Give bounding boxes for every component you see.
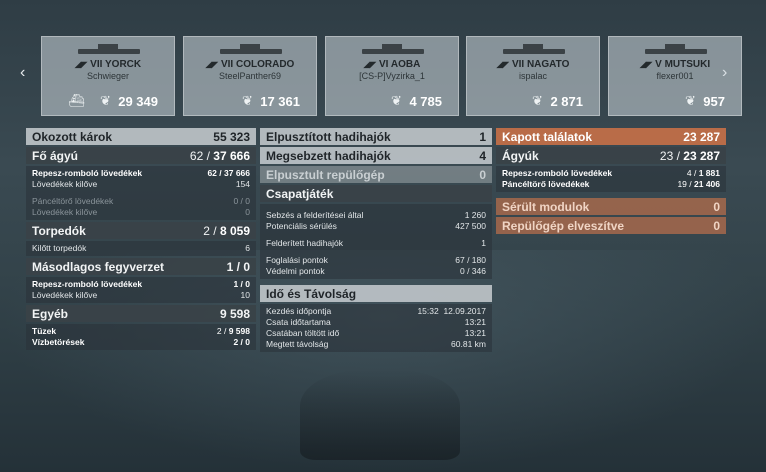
nation-flag-icon: ◢◤	[74, 60, 88, 69]
secondary-fired-row: Lövedékek kilőve 10	[32, 290, 250, 300]
ship-silhouette-icon	[645, 44, 707, 54]
damage-received-panel: Kapott találatok 23 287 Ágyúk 23 / 23 287…	[496, 128, 726, 236]
start-time-row: Kezdés időpontja 15:32 12.09.2017	[266, 306, 486, 316]
player-name: [CS-P]Vyzirka_1	[359, 71, 425, 81]
ship-card[interactable]: ◢◤ VII YORCK Schwieger ⛴ ❦ 29 349	[41, 36, 175, 116]
ship-card[interactable]: ◢◤ VII NAGATO ispalac ❦ 2 871	[466, 36, 600, 116]
nation-flag-icon: ◢◤	[639, 60, 653, 69]
ship-name: ◢◤ VI AOBA	[363, 59, 421, 70]
ap-shells-row: Páncéltörő lövedékek 0 / 0	[32, 196, 250, 206]
time-in-battle-row: Csatában töltött idő 13:21	[266, 328, 486, 338]
received-he-row: Repesz-romboló lövedékek 4 / 1 881	[502, 168, 720, 178]
xp-laurel-icon: ❦	[685, 93, 696, 108]
battle-duration-row: Csata időtartama 13:21	[266, 317, 486, 327]
player-name: SteelPanther69	[218, 71, 282, 81]
aircraft-destroyed-header: Elpusztult repülőgép 0	[260, 166, 492, 183]
ship-name: ◢◤ VII YORCK	[74, 59, 142, 70]
received-ap-row: Páncéltörő lövedékek 19 / 21 406	[502, 179, 720, 189]
sunk-ship-icon: ⛴	[68, 93, 85, 108]
guns-received-header: Ágyúk 23 / 23 287	[496, 147, 726, 164]
ship-silhouette-icon	[220, 44, 282, 54]
xp-laurel-icon: ❦	[391, 93, 402, 108]
battle-stats-panel: Elpusztított hadihajók 1 Megsebzett hadih…	[260, 128, 492, 354]
defense-points-row: Védelmi pontok 0 / 346	[266, 266, 486, 276]
player-name: ispalac	[518, 71, 547, 81]
player-name: flexer001	[656, 71, 694, 81]
secondary-header: Másodlagos fegyverzet 1 / 0	[26, 258, 256, 275]
card-score: 17 361	[260, 94, 300, 109]
shells-fired-row: Lövedékek kilőve 154	[32, 179, 250, 189]
main-battery-details: Repesz-romboló lövedékek 62 / 37 666 Löv…	[26, 166, 256, 220]
card-score: 957	[703, 94, 725, 109]
xp-laurel-icon: ❦	[242, 93, 253, 108]
other-details: Tüzek 2 / 9 598 Vízbetörések 2 / 0	[26, 324, 256, 350]
fires-row: Tüzek 2 / 9 598	[32, 326, 250, 336]
time-distance-details: Kezdés időpontja 15:32 12.09.2017 Csata i…	[260, 304, 492, 352]
hits-received-header: Kapott találatok 23 287	[496, 128, 726, 145]
ship-silhouette	[300, 370, 460, 460]
ship-card[interactable]: ◢◤ VII COLORADO SteelPanther69 ❦ 17 361	[183, 36, 317, 116]
card-score: 29 349	[118, 94, 158, 109]
ship-silhouette-icon	[78, 44, 140, 54]
nation-flag-icon: ◢◤	[363, 60, 376, 69]
ship-name: ◢◤ VII NAGATO	[496, 59, 570, 70]
he-shells-row: Repesz-romboló lövedékek 62 / 37 666	[32, 168, 250, 178]
card-score: 4 785	[409, 94, 442, 109]
distance-row: Megtett távolság 60.81 km	[266, 339, 486, 349]
ship-card[interactable]: ◢◤ VI AOBA [CS-P]Vyzirka_1 ❦ 4 785	[325, 36, 459, 116]
torpedoes-fired-row: Kilőtt torpedók 6	[32, 243, 250, 253]
card-score: 2 871	[550, 94, 583, 109]
time-distance-header: Idő és Távolság	[260, 285, 492, 302]
nation-flag-icon: ◢◤	[205, 60, 218, 69]
nation-flag-icon: ◢◤	[496, 60, 509, 69]
xp-laurel-icon: ❦	[532, 93, 543, 108]
ship-card[interactable]: ◢◤ V MUTSUKI flexer001 ❦ 957	[608, 36, 742, 116]
damage-dealt-header: Okozott károk 55 323	[26, 128, 256, 145]
torpedoes-header: Torpedók 2 / 8 059	[26, 222, 256, 239]
damaged-ships-header: Megsebzett hadihajók 4	[260, 147, 492, 164]
destroyed-ships-header: Elpusztított hadihajók 1	[260, 128, 492, 145]
player-name: Schwieger	[86, 71, 130, 81]
damage-dealt-panel: Okozott károk 55 323 Fő ágyú 62 / 37 666…	[26, 128, 256, 352]
ship-name: ◢◤ VII COLORADO	[205, 59, 295, 70]
prev-arrow-icon[interactable]: ‹	[20, 64, 25, 82]
torpedoes-details: Kilőtt torpedók 6	[26, 241, 256, 256]
secondary-details: Repesz-romboló lövedékek 1 / 0 Lövedékek …	[26, 277, 256, 303]
teamplay-header: Csapatjáték	[260, 185, 492, 202]
secondary-he-row: Repesz-romboló lövedékek 1 / 0	[32, 279, 250, 289]
damaged-modules-header: Sérült modulok 0	[496, 198, 726, 215]
potential-damage-row: Potenciális sérülés 427 500	[266, 221, 486, 231]
floods-row: Vízbetörések 2 / 0	[32, 337, 250, 347]
xp-laurel-icon: ❦	[100, 93, 111, 108]
other-header: Egyéb 9 598	[26, 305, 256, 322]
guns-received-details: Repesz-romboló lövedékek 4 / 1 881 Páncé…	[496, 166, 726, 192]
teamplay-details: Sebzés a felderítései által 1 260 Potenci…	[260, 204, 492, 279]
ap-shells-fired-row: Lövedékek kilőve 0	[32, 207, 250, 217]
main-battery-header: Fő ágyú 62 / 37 666	[26, 147, 256, 164]
spotted-ships-row: Felderített hadihajók 1	[266, 238, 486, 248]
ship-name: ◢◤ V MUTSUKI	[639, 59, 711, 70]
spotting-damage-row: Sebzés a felderítései által 1 260	[266, 210, 486, 220]
ship-silhouette-icon	[503, 44, 565, 54]
aircraft-lost-header: Repülőgép elveszítve 0	[496, 217, 726, 234]
capture-points-row: Foglalási pontok 67 / 180	[266, 255, 486, 265]
ship-silhouette-icon	[362, 44, 424, 54]
